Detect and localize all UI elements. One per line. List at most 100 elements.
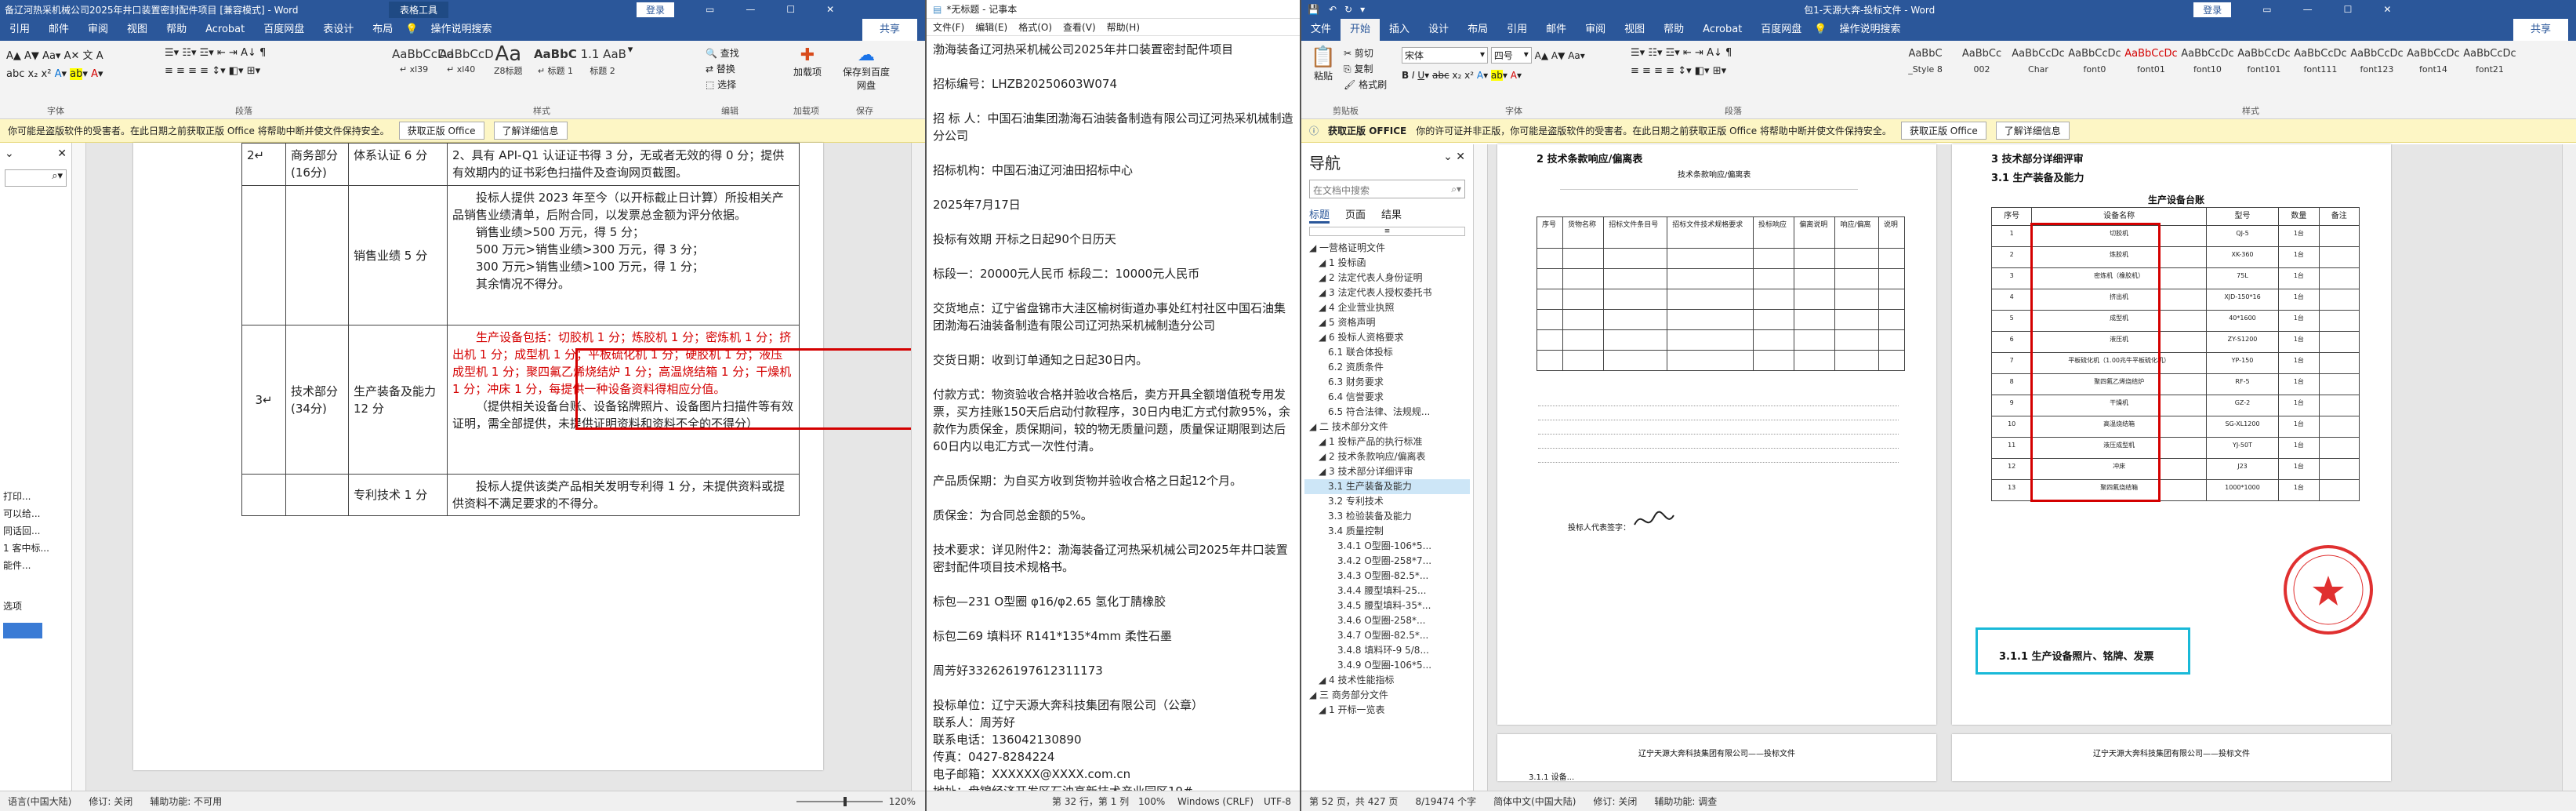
restore-icon[interactable]: ▭ — [706, 4, 714, 15]
change-case-icon[interactable]: Aa▾ — [1568, 50, 1585, 61]
numbering-icon[interactable]: ☷▾ — [1648, 47, 1662, 59]
accessibility-status[interactable]: 辅助功能: 调查 — [1654, 795, 1717, 808]
tab-baidu[interactable]: 百度网盘 — [1751, 19, 1811, 41]
close-pane-icon[interactable]: ✕ — [57, 147, 67, 160]
vertical-scrollbar[interactable] — [911, 143, 925, 791]
tab-layout[interactable]: 布局 — [1458, 19, 1497, 41]
find-button[interactable]: 🔍 查找 — [706, 45, 739, 61]
highlight-icon[interactable]: ab — [70, 68, 83, 80]
replace-button[interactable]: ⇄ 替换 — [706, 61, 739, 77]
nav-heading-item[interactable]: 6.4 信誉要求 — [1304, 390, 1470, 405]
chevron-down-icon[interactable]: ⌄ — [5, 147, 14, 160]
tab-home[interactable]: 开始 — [1341, 19, 1381, 41]
highlight-icon[interactable]: ab — [1490, 70, 1503, 81]
tab-help[interactable]: 帮助 — [1654, 19, 1693, 41]
shading-icon[interactable]: ◧▾ — [229, 65, 244, 77]
phonetic-icon[interactable]: 文 — [83, 50, 93, 62]
style-item[interactable]: AaBbCcDc font111 — [2292, 44, 2349, 78]
tab-references[interactable]: 引用 — [1497, 19, 1537, 41]
close-icon[interactable]: ✕ — [826, 4, 834, 15]
bold-icon[interactable]: B — [1402, 70, 1409, 81]
nav-heading-item[interactable]: 3.4.9 O型圈-106*5... — [1304, 658, 1470, 673]
menu-format[interactable]: 格式(O) — [1018, 20, 1052, 34]
nav-heading-item[interactable]: 3.1 生产装备及能力 — [1304, 479, 1470, 494]
sort-icon[interactable]: A↓ — [1707, 47, 1722, 59]
align-center-icon[interactable]: ≡ — [1642, 65, 1651, 77]
nav-heading-item[interactable]: ◢ 5 资格声明 — [1304, 315, 1470, 330]
nav-heading-item[interactable]: ◢ 1 投标函 — [1304, 256, 1470, 271]
save-icon[interactable]: 💾 — [1308, 4, 1319, 15]
style-heading1[interactable]: AaBbC ↵ 标题 1 — [533, 44, 577, 78]
learn-more-button[interactable]: 了解详细信息 — [493, 122, 568, 140]
indent-dec-icon[interactable]: ⇤ — [217, 47, 226, 59]
nav-heading-item[interactable]: ◢ 二 技术部分文件 — [1304, 420, 1470, 435]
nav-heading-item[interactable]: 6.1 联合体投标 — [1304, 345, 1470, 360]
nav-heading-item[interactable]: ◢ 一营格证明文件 — [1304, 241, 1470, 256]
nav-heading-item[interactable]: 3.4.6 O型圈-258*... — [1304, 613, 1470, 628]
nav-collapse-bar[interactable]: ≡ — [1309, 227, 1465, 236]
styles-more-icon[interactable]: ▾ — [628, 44, 633, 56]
nav-heading-item[interactable]: ◢ 4 技术性能指标 — [1304, 673, 1470, 688]
indent-inc-icon[interactable]: ⇥ — [229, 47, 238, 59]
style-item[interactable]: AaBbCcDc font01 — [2123, 44, 2179, 78]
accessibility-status[interactable]: 辅助功能: 不可用 — [150, 795, 222, 808]
vertical-scrollbar[interactable] — [2562, 144, 2576, 791]
pane-option[interactable]: 选项 — [3, 598, 49, 615]
cut-button[interactable]: ✂ 剪切 — [1344, 45, 1387, 61]
pane-item[interactable]: 可以给... — [3, 505, 49, 522]
tab-view[interactable]: 视图 — [1615, 19, 1654, 41]
select-button[interactable]: ⬚ 选择 — [706, 77, 739, 93]
nav-heading-item[interactable]: 3.4.1 O型圈-106*5... — [1304, 539, 1470, 554]
nav-heading-item[interactable]: 3.4.4 腰型填料-25... — [1304, 584, 1470, 598]
align-right-icon[interactable]: ≡ — [188, 65, 197, 77]
nav-heading-item[interactable]: ◢ 2 技术条款响应/偏离表 — [1304, 449, 1470, 464]
style-xl39[interactable]: AaBbCcDd ↵ xl39 — [392, 44, 454, 78]
bullets-icon[interactable]: ☰▾ — [165, 47, 179, 59]
indent-inc-icon[interactable]: ⇥ — [1695, 47, 1703, 59]
font-size-select[interactable]: 四号 ▾ — [1490, 47, 1532, 64]
maximize-icon[interactable]: ☐ — [2344, 4, 2353, 15]
tab-baidu[interactable]: 百度网盘 — [254, 19, 314, 41]
notepad-text-area[interactable]: 渤海装备辽河热采机械公司2025年井口装置密封配件项目 招标编号：LHZB2025… — [933, 41, 1293, 811]
style-item[interactable]: AaBbCcDc font101 — [2236, 44, 2292, 78]
nav-heading-item[interactable]: 3.3 检验装备及能力 — [1304, 509, 1470, 524]
nav-heading-item[interactable]: ◢ 6 投标人资格要求 — [1304, 330, 1470, 345]
minimize-icon[interactable]: — — [746, 4, 755, 15]
customize-qat-icon[interactable]: ▾ — [1360, 4, 1365, 15]
share-button[interactable]: 共享 — [862, 19, 917, 41]
style-item[interactable]: AaBbCcDc font21 — [2462, 44, 2518, 78]
paste-button[interactable]: 📋 粘贴 — [1308, 45, 1339, 82]
baidu-save-button[interactable]: ☁ 保存到百度网盘 — [839, 45, 894, 92]
restore-icon[interactable]: ▭ — [2262, 4, 2271, 15]
change-case-icon[interactable]: Aa▾ — [42, 50, 60, 62]
tab-review[interactable]: 审阅 — [78, 19, 118, 41]
track-changes-status[interactable]: 修订: 关闭 — [1593, 795, 1637, 808]
font-name-select[interactable]: 宋体 ▾ — [1402, 47, 1488, 64]
style-item[interactable]: AaBbCcDc Char — [2010, 44, 2066, 78]
nav-heading-item[interactable]: 3.4.2 O型圈-258*7... — [1304, 554, 1470, 569]
shading-icon[interactable]: ◧▾ — [1695, 65, 1710, 77]
tab-acrobat[interactable]: Acrobat — [1693, 19, 1751, 41]
learn-more-button[interactable]: 了解详细信息 — [1995, 122, 2070, 140]
zoom-thumb[interactable] — [843, 796, 847, 806]
nav-heading-item[interactable]: ◢ 三 商务部分文件 — [1304, 688, 1470, 703]
style-xl40[interactable]: AaBbCcD ↵ xl40 — [439, 44, 494, 78]
nav-tab-pages[interactable]: 页面 — [1345, 206, 1366, 224]
tab-file[interactable]: 文件 — [1301, 19, 1341, 41]
copy-button[interactable]: ⎘ 复制 — [1344, 61, 1387, 77]
tab-design[interactable]: 设计 — [1419, 19, 1458, 41]
nav-heading-item[interactable]: 3.4 质量控制 — [1304, 524, 1470, 539]
pane-item[interactable]: 打印... — [3, 488, 49, 505]
clear-format-icon[interactable]: A✕ — [64, 50, 80, 62]
get-office-button[interactable]: 获取正版 Office — [398, 122, 484, 140]
login-button[interactable]: 登录 — [637, 2, 675, 17]
style-item[interactable]: AaBbCcDc font123 — [2349, 44, 2405, 78]
format-painter-button[interactable]: 🖌 格式刷 — [1344, 77, 1387, 93]
borders-icon[interactable]: ⊞▾ — [1713, 65, 1726, 77]
menu-view[interactable]: 查看(V) — [1063, 20, 1096, 34]
nav-search-input[interactable]: 在文档中搜索 ⌕▾ — [1309, 180, 1465, 198]
text-effect-icon[interactable]: A — [1477, 70, 1483, 81]
justify-icon[interactable]: ≡ — [1666, 65, 1674, 77]
tab-references[interactable]: 引用 — [0, 19, 39, 41]
justify-icon[interactable]: ≡ — [200, 65, 209, 77]
